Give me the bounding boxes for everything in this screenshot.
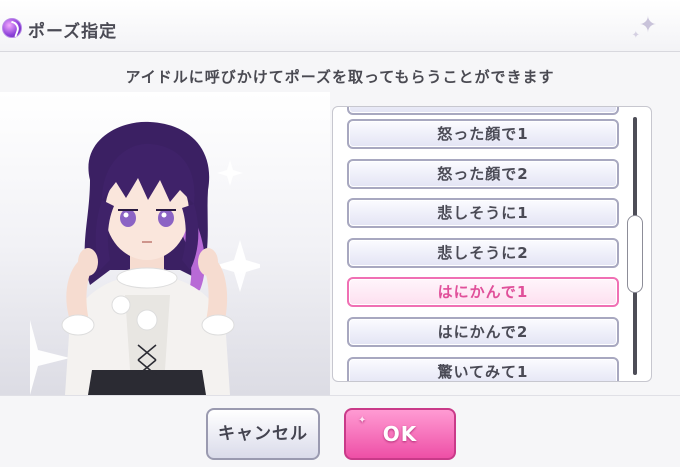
scrollbar-thumb[interactable] bbox=[627, 215, 643, 293]
divider bbox=[0, 395, 680, 396]
sparkle-small-icon: ✦ bbox=[631, 30, 640, 41]
sparkle-icon: ✦ bbox=[358, 415, 368, 426]
pose-list: 怒った顔で1 怒った顔で2 悲しそうに1 悲しそうに2 はにかんで1 はにかんで… bbox=[333, 107, 623, 381]
pose-item[interactable]: はにかんで2 bbox=[347, 317, 619, 347]
pose-dialog: ポーズ指定 ✦ ✦ アイドルに呼びかけてポーズを取ってもらうことができます 怒っ… bbox=[0, 0, 680, 467]
pose-icon bbox=[2, 18, 22, 38]
dialog-subtitle: アイドルに呼びかけてポーズを取ってもらうことができます bbox=[125, 68, 555, 86]
cancel-button[interactable]: キャンセル bbox=[206, 408, 320, 460]
pose-item-selected[interactable]: はにかんで1 bbox=[347, 277, 619, 307]
pose-list-panel[interactable]: 怒った顔で1 怒った顔で2 悲しそうに1 悲しそうに2 はにかんで1 はにかんで… bbox=[332, 106, 652, 382]
pose-item[interactable]: 怒った顔で1 bbox=[347, 119, 619, 149]
pose-item[interactable]: 悲しそうに2 bbox=[347, 238, 619, 268]
dialog-title: ポーズ指定 bbox=[28, 22, 118, 42]
ok-button[interactable]: ✦ OK bbox=[344, 408, 456, 460]
character-portrait bbox=[0, 92, 330, 395]
pose-item[interactable]: 驚いてみて1 bbox=[347, 357, 619, 381]
pose-item[interactable]: 悲しそうに1 bbox=[347, 198, 619, 228]
pose-item[interactable] bbox=[347, 107, 619, 115]
idol-character-image bbox=[30, 121, 260, 395]
title-bar: ポーズ指定 ✦ ✦ bbox=[0, 0, 680, 52]
pose-item[interactable]: 怒った顔で2 bbox=[347, 159, 619, 189]
ok-button-label: OK bbox=[382, 422, 418, 446]
